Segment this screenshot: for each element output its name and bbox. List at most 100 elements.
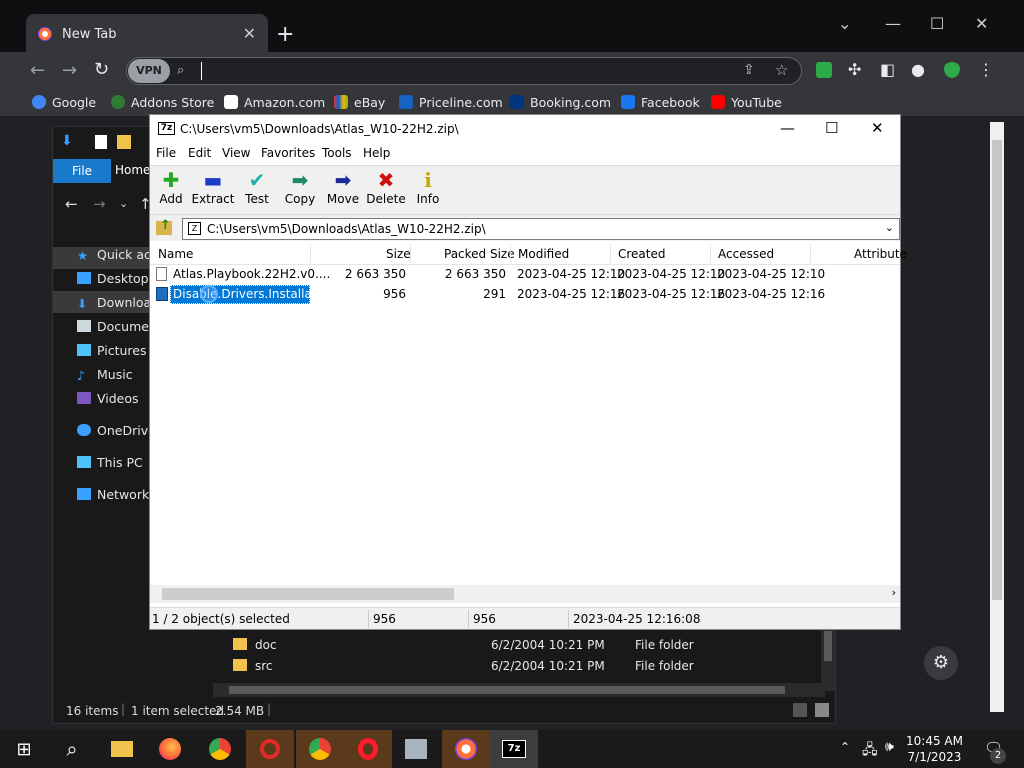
properties-icon[interactable] bbox=[95, 135, 107, 149]
ribbon-home-tab[interactable]: Home bbox=[115, 163, 150, 177]
clock[interactable]: 10:45 AM 7/1/2023 bbox=[906, 733, 963, 765]
forward-icon[interactable]: → bbox=[62, 60, 77, 81]
share-icon[interactable]: ⇪ bbox=[743, 62, 755, 78]
col-accessed[interactable]: Accessed bbox=[718, 247, 774, 261]
start-button[interactable]: ⊞ bbox=[0, 730, 48, 768]
vpn-badge[interactable]: VPN bbox=[128, 59, 170, 83]
back-icon[interactable]: ← bbox=[30, 60, 45, 81]
table-row[interactable]: Atlas.Playbook.22H2.v0.... 2 663 350 2 6… bbox=[150, 265, 900, 284]
taskbar-opera-gx[interactable] bbox=[246, 730, 294, 768]
table-row-selected[interactable]: Disable.Drivers.Installati... 956 291 20… bbox=[150, 285, 900, 304]
col-name[interactable]: Name bbox=[158, 247, 193, 261]
side-panel-icon[interactable]: ◧ bbox=[880, 60, 895, 79]
bookmark-ebay[interactable]: eBay bbox=[334, 95, 385, 110]
new-tab-button[interactable]: + bbox=[276, 22, 294, 47]
close-button[interactable]: ✕ bbox=[871, 119, 884, 137]
extensions-puzzle-icon[interactable]: ✣ bbox=[848, 60, 861, 79]
address-bar[interactable]: ⌕ ⇪ ☆ bbox=[126, 57, 802, 85]
nav-this-pc[interactable]: This PC bbox=[77, 455, 143, 470]
copy-button[interactable]: ➡ Copy bbox=[277, 168, 323, 206]
recent-locations-icon[interactable]: ⌄ bbox=[119, 197, 128, 210]
taskbar-vpn-browser[interactable] bbox=[442, 730, 490, 768]
move-button[interactable]: ➡ Move bbox=[320, 168, 366, 206]
nav-network[interactable]: Network bbox=[77, 487, 149, 502]
bookmark-amazon[interactable]: Amazon.com bbox=[224, 95, 325, 110]
minimize-button[interactable]: — bbox=[780, 119, 795, 137]
volume-icon[interactable]: 🕪 bbox=[885, 739, 894, 755]
show-hidden-icons-icon[interactable]: ⌃ bbox=[840, 740, 850, 754]
nav-desktop[interactable]: Desktop bbox=[77, 271, 149, 286]
scrollbar-thumb[interactable] bbox=[162, 588, 454, 600]
menu-tools[interactable]: Tools bbox=[322, 146, 352, 160]
taskbar-opera[interactable] bbox=[344, 730, 392, 768]
explorer-vertical-scrollbar[interactable] bbox=[821, 627, 835, 691]
folder-up-button[interactable]: ↑ bbox=[152, 218, 178, 240]
bookmark-priceline[interactable]: Priceline.com bbox=[399, 95, 503, 110]
nav-downloads[interactable]: ⬇ Downloa bbox=[77, 295, 151, 311]
col-packed-size[interactable]: Packed Size bbox=[444, 247, 515, 261]
nav-music[interactable]: ♪ Music bbox=[77, 367, 133, 383]
details-view-icon[interactable] bbox=[793, 703, 807, 717]
page-scrollbar[interactable] bbox=[990, 122, 1004, 712]
bookmark-youtube[interactable]: YouTube bbox=[711, 95, 782, 110]
bookmark-google[interactable]: Google bbox=[32, 95, 96, 110]
network-icon[interactable]: 🖧 bbox=[862, 739, 878, 763]
taskbar-7zip[interactable]: 7z bbox=[490, 730, 538, 768]
nav-videos[interactable]: Videos bbox=[77, 391, 139, 406]
taskbar-chrome[interactable] bbox=[196, 730, 244, 768]
test-button[interactable]: ✔ Test bbox=[234, 168, 280, 206]
taskbar-app[interactable] bbox=[392, 730, 440, 768]
search-button[interactable]: ⌕ bbox=[48, 730, 96, 768]
tab-new-tab[interactable]: New Tab ✕ bbox=[26, 14, 268, 52]
path-combobox[interactable]: Z C:\Users\vm5\Downloads\Atlas_W10-22H2.… bbox=[182, 218, 900, 240]
maximize-button[interactable]: ☐ bbox=[930, 14, 944, 33]
close-tab-icon[interactable]: ✕ bbox=[243, 24, 256, 43]
bookmark-facebook[interactable]: Facebook bbox=[621, 95, 700, 110]
delete-button[interactable]: ✖ Delete bbox=[363, 168, 409, 206]
tab-search-icon[interactable]: ⌄ bbox=[838, 14, 851, 33]
page-scrollbar-thumb[interactable] bbox=[992, 140, 1002, 600]
maximize-button[interactable]: ☐ bbox=[825, 119, 838, 137]
nav-quick-access[interactable]: ★ Quick acc bbox=[77, 247, 158, 263]
info-button[interactable]: i Info bbox=[405, 168, 451, 206]
list-item[interactable]: src 6/2/2004 10:21 PM File folder bbox=[233, 659, 694, 673]
bookmark-booking[interactable]: Booking.com bbox=[510, 95, 611, 110]
menu-kebab-icon[interactable]: ⋮ bbox=[978, 60, 994, 79]
extract-button[interactable]: ▬ Extract bbox=[190, 168, 236, 206]
reload-icon[interactable]: ↻ bbox=[94, 59, 109, 80]
taskbar-file-explorer[interactable] bbox=[98, 730, 146, 768]
quick-access-download-icon[interactable]: ⬇ bbox=[61, 133, 73, 149]
list-item[interactable]: doc 6/2/2004 10:21 PM File folder bbox=[233, 638, 694, 652]
menu-help[interactable]: Help bbox=[363, 146, 390, 160]
explorer-horizontal-scrollbar[interactable] bbox=[213, 683, 825, 697]
close-window-button[interactable]: ✕ bbox=[975, 14, 988, 33]
nav-documents[interactable]: Docume bbox=[77, 319, 149, 334]
menu-edit[interactable]: Edit bbox=[188, 146, 211, 160]
scroll-right-icon[interactable]: › bbox=[892, 586, 896, 599]
chevron-down-icon[interactable]: ⌄ bbox=[885, 221, 894, 234]
col-modified[interactable]: Modified bbox=[518, 247, 569, 261]
extension-lock-icon[interactable] bbox=[816, 62, 832, 78]
nav-pictures[interactable]: Pictures bbox=[77, 343, 147, 358]
horizontal-scrollbar[interactable]: › bbox=[150, 585, 900, 603]
nav-onedrive[interactable]: OneDrive bbox=[77, 423, 156, 438]
menu-favorites[interactable]: Favorites bbox=[261, 146, 315, 160]
new-folder-icon[interactable] bbox=[117, 135, 131, 149]
taskbar-firefox[interactable] bbox=[146, 730, 194, 768]
forward-icon[interactable]: → bbox=[93, 195, 106, 213]
bookmark-addons-store[interactable]: Addons Store bbox=[111, 95, 214, 110]
minimize-button[interactable]: — bbox=[885, 14, 901, 33]
menu-file[interactable]: File bbox=[156, 146, 176, 160]
back-icon[interactable]: ← bbox=[65, 195, 78, 213]
menu-view[interactable]: View bbox=[222, 146, 250, 160]
large-icons-view-icon[interactable] bbox=[815, 703, 829, 717]
taskbar-browser[interactable] bbox=[296, 730, 344, 768]
ribbon-file-tab[interactable]: File bbox=[53, 159, 111, 183]
profile-icon[interactable]: ● bbox=[911, 60, 925, 79]
add-button[interactable]: ✚ Add bbox=[148, 168, 194, 206]
gear-icon[interactable]: ⚙ bbox=[924, 646, 958, 680]
col-attributes[interactable]: Attribute bbox=[854, 247, 907, 261]
bookmark-star-icon[interactable]: ☆ bbox=[775, 61, 788, 79]
col-size[interactable]: Size bbox=[386, 247, 411, 261]
col-created[interactable]: Created bbox=[618, 247, 666, 261]
